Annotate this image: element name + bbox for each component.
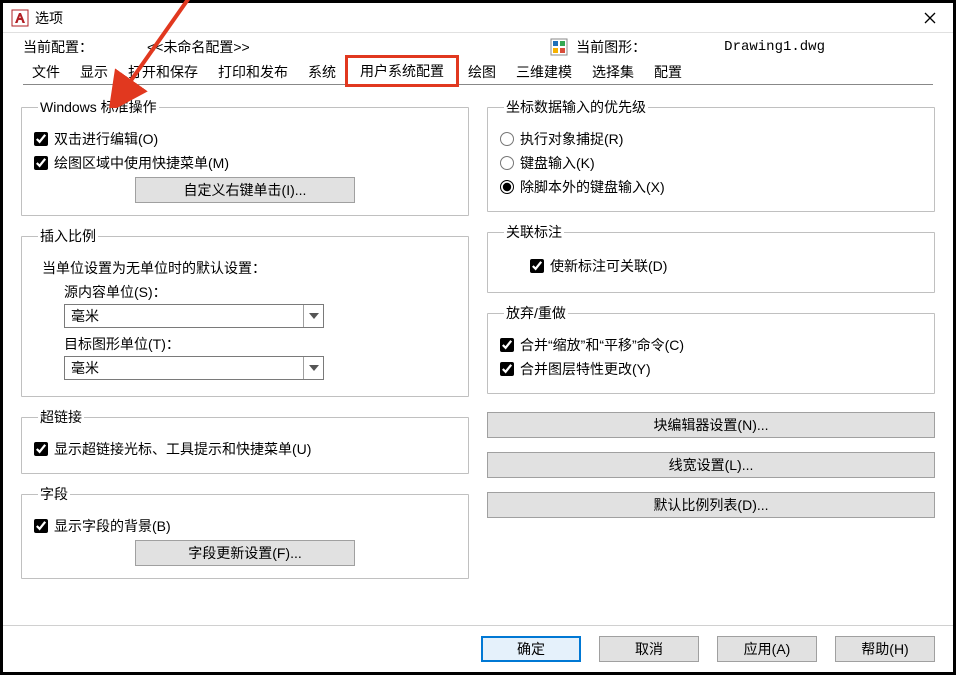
drawing-icon	[550, 38, 568, 56]
group-legend-coord-priority: 坐标数据输入的优先级	[504, 97, 648, 117]
chk-field-background[interactable]: 显示字段的背景(B)	[34, 516, 456, 536]
tab-display[interactable]: 显示	[71, 58, 117, 85]
rad-osnap[interactable]: 执行对象捕捉(R)	[500, 129, 922, 149]
tab-selection[interactable]: 选择集	[583, 58, 643, 85]
help-button[interactable]: 帮助(H)	[835, 636, 935, 662]
lineweight-settings-button[interactable]: 线宽设置(L)...	[487, 452, 935, 478]
chk-make-dims-associative-input[interactable]	[530, 259, 544, 273]
chk-shortcut-menus[interactable]: 绘图区域中使用快捷菜单(M)	[34, 153, 456, 173]
chk-combine-zoom-pan-label: 合并“缩放”和“平移”命令(C)	[520, 335, 684, 355]
chk-combine-layer-changes-input[interactable]	[500, 362, 514, 376]
apply-button[interactable]: 应用(A)	[717, 636, 817, 662]
current-profile-value: <<未命名配置>>	[147, 37, 250, 57]
insertion-scale-desc: 当单位设置为无单位时的默认设置：	[34, 258, 456, 278]
app-icon	[11, 9, 29, 27]
rad-keyboard-label: 键盘输入(K)	[520, 153, 595, 173]
tab-body: Windows 标准操作 双击进行编辑(O) 绘图区域中使用快捷菜单(M) 自定…	[3, 85, 953, 625]
chevron-down-icon	[303, 357, 323, 379]
titlebar: 选项	[3, 3, 953, 33]
chk-combine-zoom-pan-input[interactable]	[500, 338, 514, 352]
tab-drafting[interactable]: 绘图	[459, 58, 505, 85]
tgt-units-value: 毫米	[71, 358, 99, 378]
cancel-button[interactable]: 取消	[599, 636, 699, 662]
chk-make-dims-associative[interactable]: 使新标注可关联(D)	[500, 256, 922, 276]
group-legend-hyperlink: 超链接	[38, 407, 84, 427]
chk-field-background-input[interactable]	[34, 519, 48, 533]
chk-combine-layer-changes-label: 合并图层特性更改(Y)	[520, 359, 651, 379]
group-associative-dim: 关联标注 使新标注可关联(D)	[487, 222, 935, 293]
current-drawing-file: Drawing1.dwg	[724, 39, 825, 55]
group-coord-priority: 坐标数据输入的优先级 执行对象捕捉(R) 键盘输入(K) 除脚本外的键盘输入(X…	[487, 97, 935, 212]
chevron-down-icon	[303, 305, 323, 327]
chk-shortcut-menus-label: 绘图区域中使用快捷菜单(M)	[54, 153, 229, 173]
rad-osnap-input[interactable]	[500, 132, 514, 146]
tab-open-save[interactable]: 打开和保存	[119, 58, 207, 85]
window-title: 选项	[35, 8, 63, 28]
close-icon	[924, 12, 936, 24]
tabstrip: 文件 显示 打开和保存 打印和发布 系统 用户系统配置 绘图 三维建模 选择集 …	[3, 59, 953, 85]
tab-profiles[interactable]: 配置	[645, 58, 691, 85]
group-legend-associative-dim: 关联标注	[504, 222, 564, 242]
right-button-stack: 块编辑器设置(N)... 线宽设置(L)... 默认比例列表(D)...	[487, 412, 935, 518]
tab-user-preferences[interactable]: 用户系统配置	[347, 57, 457, 85]
group-fields: 字段 显示字段的背景(B) 字段更新设置(F)...	[21, 484, 469, 579]
chk-dblclick-edit[interactable]: 双击进行编辑(O)	[34, 129, 456, 149]
tgt-units-label: 目标图形单位(T)：	[64, 334, 456, 354]
default-scale-list-button[interactable]: 默认比例列表(D)...	[487, 492, 935, 518]
group-legend-undo-redo: 放弃/重做	[504, 303, 568, 323]
rad-keyboard[interactable]: 键盘输入(K)	[500, 153, 922, 173]
close-button[interactable]	[915, 3, 945, 33]
group-undo-redo: 放弃/重做 合并“缩放”和“平移”命令(C) 合并图层特性更改(Y)	[487, 303, 935, 394]
chk-hyperlink-cursor[interactable]: 显示超链接光标、工具提示和快捷菜单(U)	[34, 439, 456, 459]
rad-keyboard-except-scripts-label: 除脚本外的键盘输入(X)	[520, 177, 665, 197]
src-units-value: 毫米	[71, 306, 99, 326]
src-units-combo[interactable]: 毫米	[64, 304, 324, 328]
src-units-label: 源内容单位(S)：	[64, 282, 456, 302]
tab-3d-modeling[interactable]: 三维建模	[507, 58, 581, 85]
chk-hyperlink-cursor-label: 显示超链接光标、工具提示和快捷菜单(U)	[54, 439, 311, 459]
group-legend-fields: 字段	[38, 484, 70, 504]
group-insertion-scale: 插入比例 当单位设置为无单位时的默认设置： 源内容单位(S)： 毫米 目标图形单…	[21, 226, 469, 397]
rad-osnap-label: 执行对象捕捉(R)	[520, 129, 623, 149]
chk-dblclick-edit-label: 双击进行编辑(O)	[54, 129, 158, 149]
dialog-footer: 确定 取消 应用(A) 帮助(H)	[3, 625, 953, 672]
chk-field-background-label: 显示字段的背景(B)	[54, 516, 171, 536]
tab-plot-publish[interactable]: 打印和发布	[209, 58, 297, 85]
current-profile-label: 当前配置：	[23, 37, 93, 57]
field-update-settings-button[interactable]: 字段更新设置(F)...	[135, 540, 355, 566]
left-column: Windows 标准操作 双击进行编辑(O) 绘图区域中使用快捷菜单(M) 自定…	[21, 97, 469, 625]
group-legend-insertion-scale: 插入比例	[38, 226, 98, 246]
chk-shortcut-menus-input[interactable]	[34, 156, 48, 170]
rad-keyboard-input[interactable]	[500, 156, 514, 170]
group-windows-standard: Windows 标准操作 双击进行编辑(O) 绘图区域中使用快捷菜单(M) 自定…	[21, 97, 469, 216]
chk-combine-zoom-pan[interactable]: 合并“缩放”和“平移”命令(C)	[500, 335, 922, 355]
group-legend-windows-standard: Windows 标准操作	[38, 97, 159, 117]
rad-keyboard-except-scripts-input[interactable]	[500, 180, 514, 194]
tab-files[interactable]: 文件	[23, 58, 69, 85]
profile-row: 当前配置： <<未命名配置>> 当前图形： Drawing1.dwg	[3, 33, 953, 59]
group-hyperlink: 超链接 显示超链接光标、工具提示和快捷菜单(U)	[21, 407, 469, 474]
tab-system[interactable]: 系统	[299, 58, 345, 85]
right-click-customize-button[interactable]: 自定义右键单击(I)...	[135, 177, 355, 203]
options-dialog: 选项 当前配置： <<未命名配置>> 当前图形： Drawin	[3, 3, 953, 672]
current-drawing-label: 当前图形：	[576, 37, 646, 57]
chk-hyperlink-cursor-input[interactable]	[34, 442, 48, 456]
chk-dblclick-edit-input[interactable]	[34, 132, 48, 146]
right-column: 坐标数据输入的优先级 执行对象捕捉(R) 键盘输入(K) 除脚本外的键盘输入(X…	[487, 97, 935, 625]
rad-keyboard-except-scripts[interactable]: 除脚本外的键盘输入(X)	[500, 177, 922, 197]
ok-button[interactable]: 确定	[481, 636, 581, 662]
tgt-units-combo[interactable]: 毫米	[64, 356, 324, 380]
chk-combine-layer-changes[interactable]: 合并图层特性更改(Y)	[500, 359, 922, 379]
block-editor-settings-button[interactable]: 块编辑器设置(N)...	[487, 412, 935, 438]
chk-make-dims-associative-label: 使新标注可关联(D)	[550, 256, 667, 276]
